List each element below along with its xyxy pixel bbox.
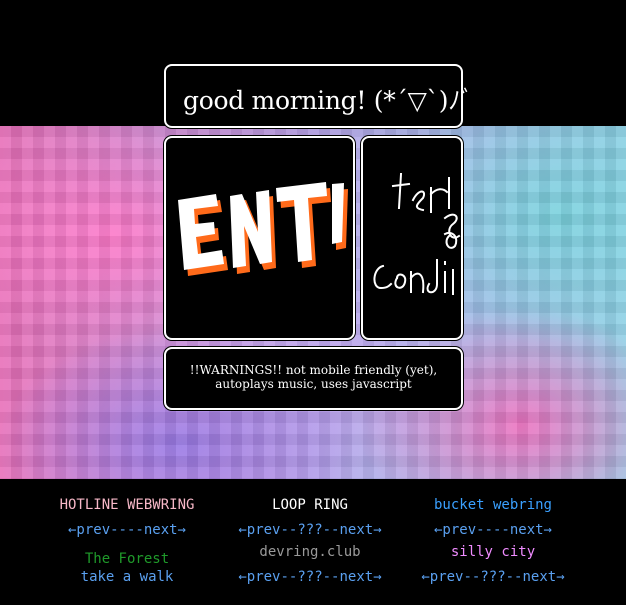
the-forest-link[interactable]: The Forest [27,551,227,567]
loop-ring-nav[interactable]: ←prev--???--next→ [210,522,410,538]
warning-box: !!WARNINGS!! not mobile friendly (yet), … [164,347,463,410]
terms-banner[interactable] [361,136,463,340]
terms-pixel-art [373,172,461,295]
devring-link[interactable]: devring.club [210,544,410,560]
greeting-text: good morning! (*´▽`)ﾉﾞ [183,86,473,115]
webrings-footer: HOTLINE WEBWRING ←prev----next→ The Fore… [0,479,626,605]
hotline-webring-title[interactable]: HOTLINE WEBWRING [27,497,227,513]
silly-city-nav[interactable]: ←prev--???--next→ [393,569,593,585]
enter-pixel-art [178,182,348,276]
hotline-webring-nav[interactable]: ←prev----next→ [27,522,227,538]
devring-nav[interactable]: ←prev--???--next→ [210,569,410,585]
warning-text: !!WARNINGS!! not mobile friendly (yet), … [189,363,438,391]
silly-city-link[interactable]: silly city [393,544,593,560]
greeting-box: good morning! (*´▽`)ﾉﾞ [164,64,473,128]
take-a-walk-link[interactable]: take a walk [27,569,227,585]
enter-banner[interactable] [164,136,355,340]
bucket-webring-nav[interactable]: ←prev----next→ [393,522,593,538]
bucket-webring-title[interactable]: bucket webring [393,497,593,513]
loop-ring-title[interactable]: LOOP RING [210,497,410,513]
